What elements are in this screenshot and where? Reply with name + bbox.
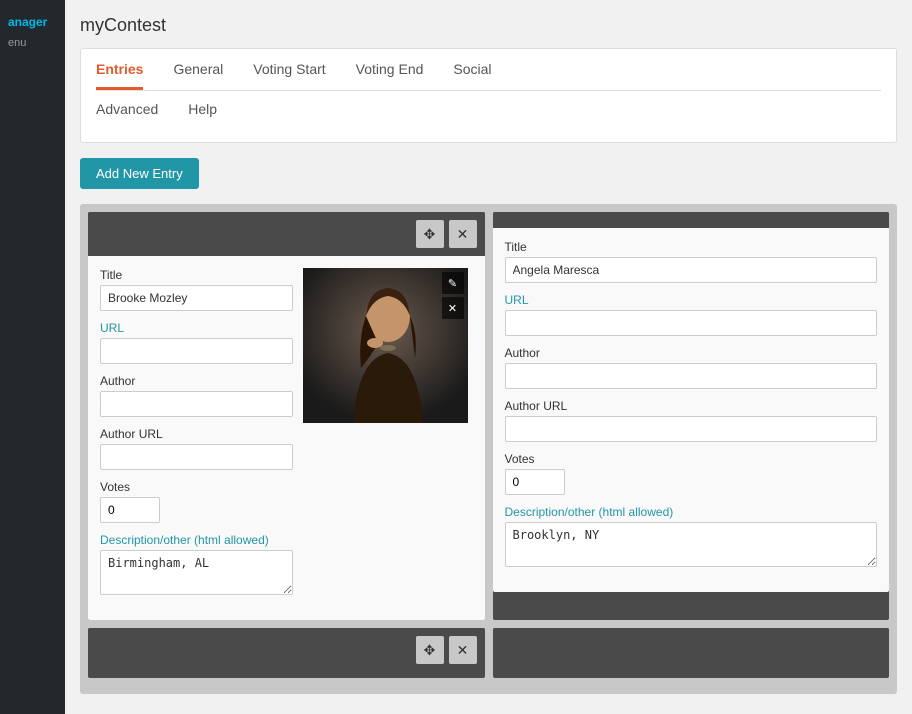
tab-voting-start[interactable]: Voting Start bbox=[253, 61, 325, 90]
entry-1-votes-input[interactable] bbox=[100, 497, 160, 523]
sidebar: anager enu bbox=[0, 0, 65, 714]
entry-1-title-input[interactable] bbox=[100, 285, 293, 311]
entry-1-url-label: URL bbox=[100, 321, 293, 335]
entry-1-author-group: Author bbox=[100, 374, 293, 417]
tab-general[interactable]: General bbox=[173, 61, 223, 90]
entry-1-image: ✎ ✕ bbox=[303, 268, 468, 423]
entry-card-3: ✥ ✕ bbox=[88, 628, 485, 678]
entry-3-close-button[interactable]: ✕ bbox=[449, 636, 477, 664]
entries-container: ✥ ✕ Title URL bbox=[80, 204, 897, 694]
entry-card-4-header bbox=[493, 628, 890, 644]
tab-help[interactable]: Help bbox=[188, 101, 217, 130]
entry-1-move-button[interactable]: ✥ bbox=[416, 220, 444, 248]
entry-1-close-button[interactable]: ✕ bbox=[449, 220, 477, 248]
entry-2-author-url-input[interactable] bbox=[505, 416, 878, 442]
tabs-row-1: Entries General Voting Start Voting End … bbox=[96, 49, 881, 90]
entry-2-votes-label: Votes bbox=[505, 452, 878, 466]
entry-card-1: ✥ ✕ Title URL bbox=[88, 212, 485, 620]
sidebar-title: anager bbox=[0, 10, 65, 34]
entry-2-votes-group: Votes bbox=[505, 452, 878, 495]
sidebar-menu: enu bbox=[0, 34, 65, 52]
entry-1-description-textarea[interactable]: Birmingham, AL bbox=[100, 550, 293, 595]
edit-icon: ✎ bbox=[448, 277, 457, 290]
entry-2-title-label: Title bbox=[505, 240, 878, 254]
tab-advanced[interactable]: Advanced bbox=[96, 101, 158, 130]
entry-1-description-group: Description/other (html allowed) Birming… bbox=[100, 533, 293, 598]
entry-card-2-header bbox=[493, 212, 890, 228]
entry-1-votes-group: Votes bbox=[100, 480, 293, 523]
entry-2-description-group: Description/other (html allowed) Brookly… bbox=[505, 505, 878, 570]
entry-card-3-header: ✥ ✕ bbox=[88, 628, 485, 672]
entry-2-url-group: URL bbox=[505, 293, 878, 336]
entry-1-description-label: Description/other (html allowed) bbox=[100, 533, 293, 547]
entry-2-description-textarea[interactable]: Brooklyn, NY bbox=[505, 522, 878, 567]
entry-1-image-section: ✎ ✕ bbox=[303, 268, 473, 608]
tab-social[interactable]: Social bbox=[453, 61, 491, 90]
entry-card-1-body: Title URL Author bbox=[88, 256, 485, 620]
entry-1-author-url-input[interactable] bbox=[100, 444, 293, 470]
entry-2-author-url-group: Author URL bbox=[505, 399, 878, 442]
entry-1-image-buttons: ✎ ✕ bbox=[442, 272, 464, 319]
move-icon: ✥ bbox=[424, 226, 436, 243]
entry-2-votes-input[interactable] bbox=[505, 469, 565, 495]
entry-2-title-group: Title bbox=[505, 240, 878, 283]
entry-row-1: ✥ ✕ Title URL bbox=[88, 212, 889, 620]
entry-2-author-label: Author bbox=[505, 346, 878, 360]
tabs-container: Entries General Voting Start Voting End … bbox=[80, 48, 897, 143]
entry-card-4 bbox=[493, 628, 890, 678]
entry-1-votes-label: Votes bbox=[100, 480, 293, 494]
entry-1-title-group: Title bbox=[100, 268, 293, 311]
entry-1-author-input[interactable] bbox=[100, 391, 293, 417]
entry-row-2: ✥ ✕ bbox=[88, 628, 889, 678]
entry-1-url-group: URL bbox=[100, 321, 293, 364]
entry-1-author-url-group: Author URL bbox=[100, 427, 293, 470]
entry-2-author-group: Author bbox=[505, 346, 878, 389]
entry-card-2-body: Title URL Author Author URL bbox=[493, 228, 890, 592]
entry-2-url-label: URL bbox=[505, 293, 878, 307]
tabs-row-2: Advanced Help bbox=[96, 91, 881, 142]
close-icon-2: ✕ bbox=[457, 642, 469, 659]
entry-1-fields: Title URL Author bbox=[100, 268, 293, 608]
entry-2-title-input[interactable] bbox=[505, 257, 878, 283]
contest-title: myContest bbox=[80, 15, 897, 36]
entry-2-description-label: Description/other (html allowed) bbox=[505, 505, 878, 519]
entry-2-url-input[interactable] bbox=[505, 310, 878, 336]
remove-icon: ✕ bbox=[448, 302, 457, 315]
close-icon: ✕ bbox=[457, 226, 469, 243]
main-content: myContest Entries General Voting Start V… bbox=[65, 0, 912, 714]
entry-1-url-input[interactable] bbox=[100, 338, 293, 364]
entry-1-author-url-label: Author URL bbox=[100, 427, 293, 441]
move-icon-2: ✥ bbox=[424, 642, 436, 659]
entry-1-title-label: Title bbox=[100, 268, 293, 282]
entry-2-author-input[interactable] bbox=[505, 363, 878, 389]
entry-1-image-remove-button[interactable]: ✕ bbox=[442, 297, 464, 319]
entry-1-image-edit-button[interactable]: ✎ bbox=[442, 272, 464, 294]
tab-voting-end[interactable]: Voting End bbox=[356, 61, 424, 90]
entry-1-author-label: Author bbox=[100, 374, 293, 388]
add-new-entry-button[interactable]: Add New Entry bbox=[80, 158, 199, 189]
tab-entries[interactable]: Entries bbox=[96, 61, 143, 90]
entry-card-1-header: ✥ ✕ bbox=[88, 212, 485, 256]
entry-card-2: Title URL Author Author URL bbox=[493, 212, 890, 620]
entry-2-author-url-label: Author URL bbox=[505, 399, 878, 413]
entry-3-move-button[interactable]: ✥ bbox=[416, 636, 444, 664]
